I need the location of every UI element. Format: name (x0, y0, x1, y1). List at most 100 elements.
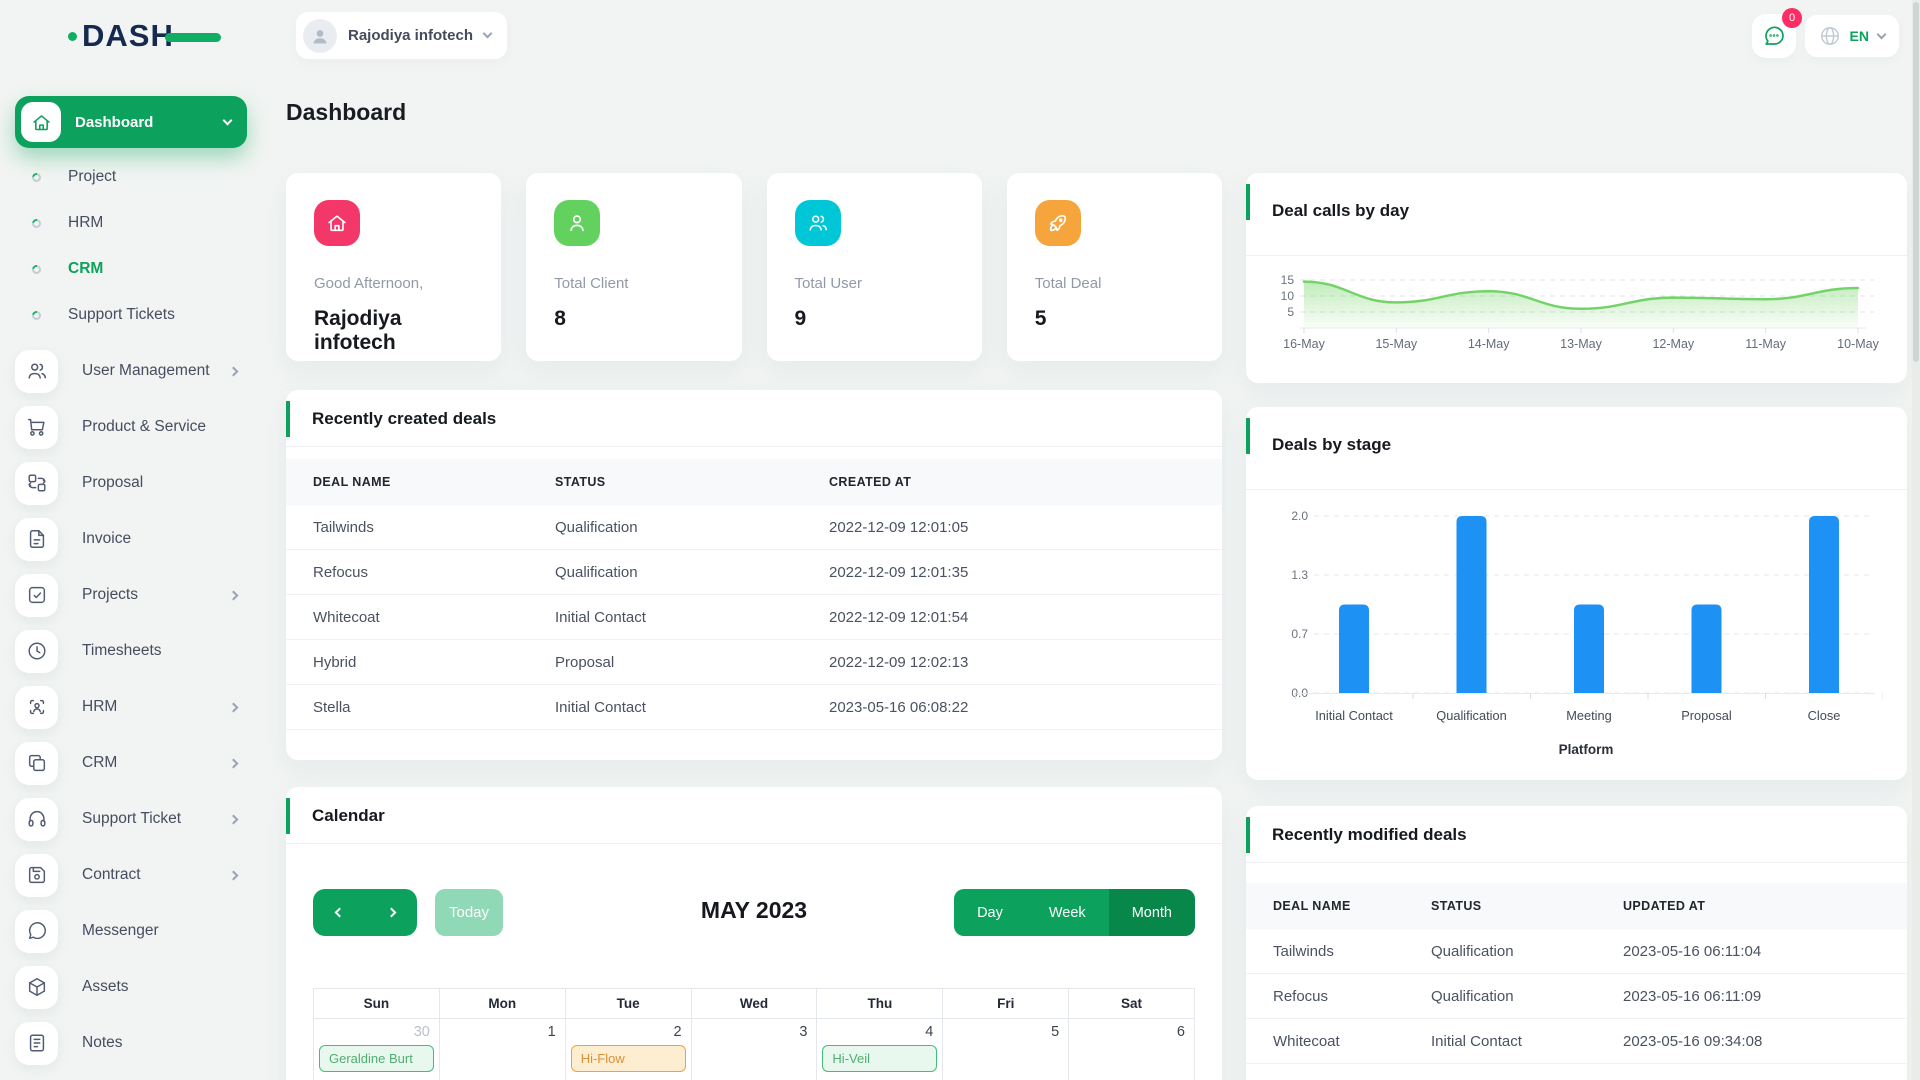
calendar-event[interactable]: Geraldine Burt (319, 1045, 434, 1072)
calendar-view-day[interactable]: Day (954, 889, 1026, 936)
calendar-weekday-header: Mon (439, 989, 566, 1019)
calendar-day-cell[interactable]: 3 (691, 1019, 818, 1080)
bullet-ring-icon (30, 170, 43, 184)
workspace-avatar (303, 18, 337, 53)
calendar-event[interactable]: Hi-Veil (822, 1045, 938, 1072)
table-cell: Whitecoat (1273, 1032, 1340, 1050)
chevron-right-icon[interactable] (386, 907, 396, 918)
calendar-day-cell[interactable]: 4 Hi-Veil (817, 1019, 944, 1080)
calendar-grid: Sun Mon Tue Wed Thu Fri Sat 30 Geraldine Burt 1 2 H… (313, 988, 1195, 1080)
table-cell: Qualification (555, 563, 638, 581)
sidebar-item-product-service[interactable]: Product & Service (15, 399, 247, 455)
sidebar-item-projects[interactable]: Projects (15, 567, 247, 623)
stat-value: 9 (794, 307, 807, 330)
sidebar-item-invoice[interactable]: Invoice (15, 511, 247, 567)
cart-icon (15, 405, 58, 449)
card-title: Recently modified deals (1272, 825, 1467, 844)
table-cell: 2022-12-09 12:01:05 (829, 518, 969, 536)
sidebar-item-dashboard[interactable]: Dashboard (15, 96, 247, 148)
globe-icon (1820, 27, 1839, 45)
sidebar-item-label: User Management (82, 362, 210, 379)
calendar-day-number: 1 (547, 1024, 556, 1040)
calendar-toolbar: Today MAY 2023 Day Week Month (313, 889, 1195, 936)
sidebar-subitem-support-tickets[interactable]: Support Tickets (15, 292, 247, 338)
calendar-view-month[interactable]: Month (1108, 889, 1195, 936)
sidebar-item-label: CRM (82, 754, 118, 771)
page-scrollbar[interactable] (1912, 0, 1920, 1080)
stat-value: 5 (1034, 307, 1047, 330)
calendar-event[interactable]: Hi-Flow (570, 1045, 686, 1072)
users-icon (794, 200, 841, 246)
sidebar-subitem-project[interactable]: Project (15, 154, 247, 200)
sidebar-item-timesheets[interactable]: Timesheets (15, 623, 247, 679)
sidebar-item-label: Assets (82, 978, 129, 995)
sidebar-item-label: Support Ticket (82, 810, 182, 827)
table-cell: 2022-12-09 12:02:13 (829, 653, 969, 671)
svg-text:13-May: 13-May (1560, 337, 1602, 351)
calendar-day-number: 4 (925, 1024, 934, 1040)
table-body: Tailwinds Qualification 2022-12-09 12:01:0… (286, 505, 1222, 730)
copy-icon (15, 741, 58, 785)
workspace-selector[interactable]: Rajodiya infotech (296, 12, 508, 59)
sidebar-item-label: Contract (82, 866, 141, 883)
sidebar-item-notes[interactable]: Notes (15, 1015, 247, 1071)
calendar-day-number: 3 (799, 1024, 808, 1040)
chevron-left-icon[interactable] (334, 907, 344, 918)
stat-label: Good Afternoon, (314, 275, 424, 292)
sidebar-subitem-crm[interactable]: CRM (15, 246, 247, 292)
logo-dash-icon (165, 33, 221, 42)
sidebar-item-label: Timesheets (82, 642, 162, 659)
sidebar-subitem-label: Support Tickets (68, 306, 175, 323)
page-title: Dashboard (286, 99, 407, 125)
chevron-right-icon (228, 366, 239, 376)
table-cell: 2023-05-16 06:11:09 (1623, 987, 1762, 1005)
table-row: Tailwinds Qualification 2022-12-09 12:01:0… (286, 505, 1222, 550)
svg-text:Initial Contact: Initial Contact (1315, 708, 1393, 723)
sidebar-submenu: Project HRM CRM Support Tickets (15, 154, 247, 338)
calendar-day-cell[interactable]: 2 Hi-Flow (565, 1019, 692, 1080)
calendar-month-label: MAY 2023 (700, 897, 808, 923)
sidebar-item-crm[interactable]: CRM (15, 735, 247, 791)
stat-label: Total Client (554, 275, 629, 292)
home-icon (314, 200, 360, 246)
svg-text:5: 5 (1287, 305, 1294, 319)
scrollbar-thumb[interactable] (1913, 2, 1919, 362)
column-header: CREATED AT (829, 475, 912, 489)
chat-bubble-icon (1765, 26, 1784, 45)
stat-card-total-user: Total User 9 (766, 173, 982, 361)
sidebar-item-contract[interactable]: Contract (15, 847, 247, 903)
card-header: Deals by stage (1246, 407, 1907, 490)
sidebar-item-hrm[interactable]: HRM (15, 679, 247, 735)
chevron-right-icon (228, 590, 239, 600)
today-button[interactable]: Today (435, 889, 503, 936)
svg-text:14-May: 14-May (1468, 337, 1510, 351)
sidebar-item-proposal[interactable]: Proposal (15, 455, 247, 511)
svg-text:10-May: 10-May (1837, 337, 1879, 351)
calendar-day-cell[interactable]: 5 (943, 1019, 1070, 1080)
sidebar-item-support-ticket[interactable]: Support Ticket (15, 791, 247, 847)
svg-text:Meeting: Meeting (1566, 708, 1612, 723)
calendar-view-week[interactable]: Week (1025, 889, 1109, 936)
calendar-weekday-header: Wed (691, 989, 818, 1019)
sidebar-item-assets[interactable]: Assets (15, 959, 247, 1015)
calendar-day-cell[interactable]: 6 (1069, 1019, 1195, 1080)
table-row: Refocus Qualification 2023-05-16 06:11:09 (1246, 974, 1907, 1019)
calendar-day-cell[interactable]: 1 (439, 1019, 566, 1080)
chevron-right-icon (228, 702, 239, 712)
stat-card-good-afternoon: Good Afternoon, Rajodiya infotech (286, 173, 502, 361)
messages-button[interactable]: 0 (1752, 8, 1802, 58)
sidebar-subitem-hrm[interactable]: HRM (15, 200, 247, 246)
calendar-nav-buttons[interactable] (313, 889, 417, 936)
stat-value: Rajodiya infotech (314, 307, 402, 354)
svg-text:15: 15 (1281, 273, 1295, 287)
notes-icon (15, 1021, 58, 1065)
sidebar-item-messenger[interactable]: Messenger (15, 903, 247, 959)
table-row: Whitecoat Initial Contact 2023-05-16 09:34… (1246, 1019, 1907, 1064)
calendar-day-number: 5 (1051, 1024, 1060, 1040)
calendar-day-number: 6 (1176, 1024, 1185, 1040)
language-selector[interactable]: EN (1804, 15, 1899, 57)
table-cell: Whitecoat (313, 608, 380, 626)
sidebar-item-user-management[interactable]: User Management (15, 343, 247, 399)
calendar-day-cell[interactable]: 30 Geraldine Burt (314, 1019, 440, 1080)
table-cell: Initial Contact (555, 608, 646, 626)
